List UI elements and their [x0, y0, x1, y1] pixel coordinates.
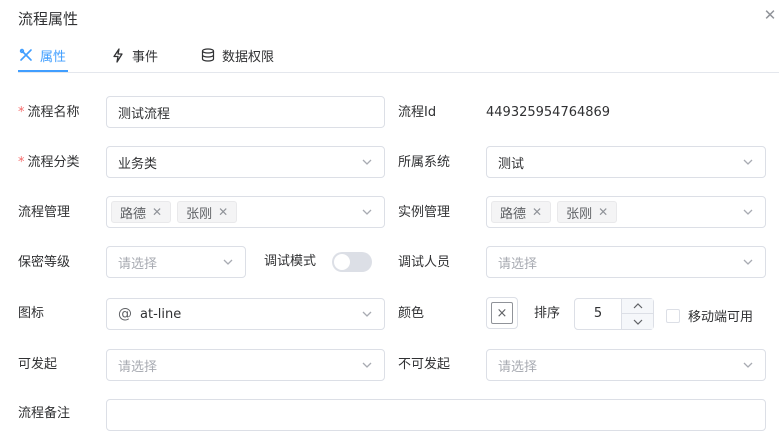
tag-label: 路德	[500, 206, 527, 222]
chevron-down-icon	[222, 256, 234, 268]
select-value: 业务类	[118, 156, 158, 172]
debug-mode-switch[interactable]	[332, 252, 372, 272]
instance-managers-label: 实例管理	[398, 205, 451, 220]
cannot-start-select[interactable]: 请选择	[486, 349, 766, 381]
flow-id-value: 449325954764869	[486, 105, 611, 120]
chevron-down-icon	[361, 308, 373, 320]
lightning-icon	[110, 47, 126, 63]
color-label: 颜色	[398, 306, 425, 321]
sort-label: 排序	[534, 306, 561, 321]
empty-color-icon: ×	[491, 302, 513, 324]
mobile-checkbox[interactable]: 移动端可用	[666, 306, 753, 325]
chevron-down-icon	[742, 206, 754, 218]
tab-bar: 属性 事件 数据权限	[18, 40, 779, 73]
checkbox-box[interactable]	[666, 308, 680, 323]
tab-events[interactable]: 事件	[110, 44, 158, 66]
chevron-down-icon	[361, 206, 373, 218]
tag-close-icon[interactable]: ✕	[532, 205, 542, 219]
category-label: * 流程分类	[18, 155, 80, 171]
can-start-label: 可发起	[18, 357, 58, 372]
select-placeholder: 请选择	[118, 359, 158, 375]
active-tab-indicator	[18, 70, 68, 72]
label-text: 流程名称	[27, 105, 80, 120]
tools-icon	[18, 47, 34, 63]
tab-label: 事件	[132, 49, 159, 65]
select-placeholder: 请选择	[498, 256, 538, 272]
stepper-controls	[621, 299, 653, 329]
can-start-select[interactable]: 请选择	[106, 349, 385, 381]
cannot-start-label: 不可发起	[398, 357, 451, 372]
managers-select[interactable]: 路德 ✕ 张刚 ✕	[106, 196, 385, 228]
security-select[interactable]: 请选择	[106, 246, 246, 278]
switch-knob	[334, 254, 350, 270]
checkbox-label: 移动端可用	[688, 310, 754, 325]
input-value: 测试流程	[118, 106, 171, 122]
tag-label: 张刚	[186, 206, 213, 222]
name-label: * 流程名称	[18, 105, 80, 121]
color-picker[interactable]: ×	[486, 297, 518, 329]
dialog-title: 流程属性	[18, 10, 79, 28]
select-placeholder: 请选择	[498, 359, 538, 375]
tab-label: 数据权限	[222, 49, 275, 65]
tag-close-icon[interactable]: ✕	[218, 205, 228, 219]
tab-label: 属性	[40, 49, 67, 65]
managers-label: 流程管理	[18, 205, 71, 220]
required-mark: *	[18, 155, 25, 170]
tab-data-permission[interactable]: 数据权限	[200, 44, 274, 66]
system-label: 所属系统	[398, 155, 451, 170]
close-icon[interactable]: ✕	[763, 8, 777, 23]
sort-number-input[interactable]: 5	[574, 298, 654, 330]
chevron-down-icon	[742, 359, 754, 371]
tag-label: 张刚	[566, 206, 593, 222]
debug-users-label: 调试人员	[398, 255, 451, 270]
chevron-up-icon	[633, 303, 642, 309]
tag-close-icon[interactable]: ✕	[598, 205, 608, 219]
security-label: 保密等级	[18, 255, 71, 270]
category-select[interactable]: 业务类	[106, 146, 385, 178]
icon-label: 图标	[18, 306, 45, 321]
select-placeholder: 请选择	[118, 256, 158, 272]
chevron-down-icon	[742, 156, 754, 168]
increase-button[interactable]	[622, 299, 653, 314]
flow-name-input[interactable]: 测试流程	[106, 96, 385, 128]
debug-mode-label: 调试模式	[264, 254, 317, 269]
chevron-down-icon	[361, 156, 373, 168]
tag-label: 路德	[120, 206, 147, 222]
database-icon	[200, 47, 216, 63]
sort-value[interactable]: 5	[575, 299, 621, 329]
label-text: 流程分类	[27, 155, 80, 170]
at-sign-icon: @	[118, 306, 132, 322]
tag: 路德 ✕	[491, 201, 552, 223]
chevron-down-icon	[633, 319, 642, 325]
chevron-down-icon	[742, 256, 754, 268]
id-label: 流程Id	[398, 105, 437, 120]
instance-managers-select[interactable]: 路德 ✕ 张刚 ✕	[486, 196, 766, 228]
tag-close-icon[interactable]: ✕	[152, 205, 162, 219]
system-select[interactable]: 测试	[486, 146, 766, 178]
debug-users-select[interactable]: 请选择	[486, 246, 766, 278]
chevron-down-icon	[361, 359, 373, 371]
select-value: at-line	[140, 306, 182, 322]
tag: 张刚 ✕	[557, 201, 618, 223]
required-mark: *	[18, 105, 25, 120]
tag: 路德 ✕	[111, 201, 172, 223]
tag: 张刚 ✕	[177, 201, 238, 223]
icon-select[interactable]: @ at-line	[106, 298, 385, 330]
select-value: 测试	[498, 156, 525, 172]
remark-input[interactable]	[106, 399, 766, 431]
decrease-button[interactable]	[622, 314, 653, 329]
tab-properties[interactable]: 属性	[18, 44, 66, 66]
remark-label: 流程备注	[18, 406, 71, 421]
